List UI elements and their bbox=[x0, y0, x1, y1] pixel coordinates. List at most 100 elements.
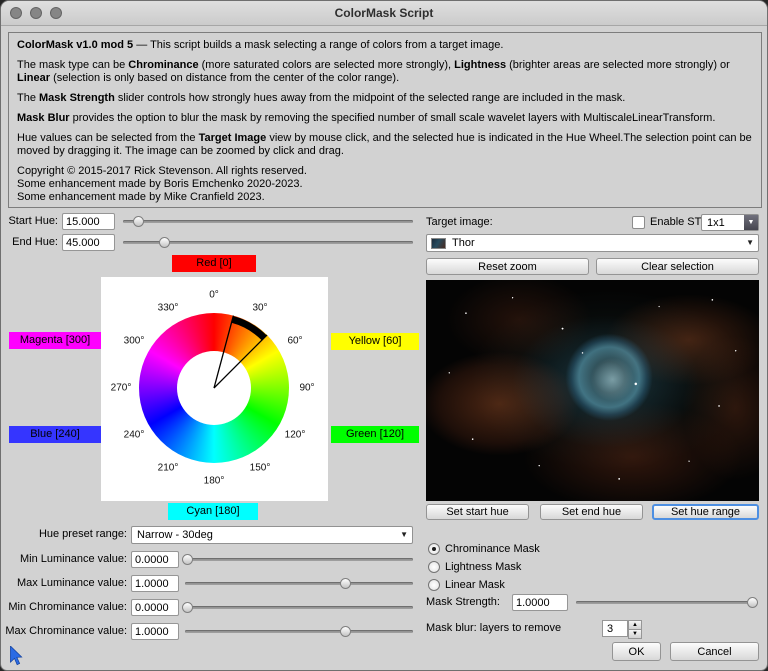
text-segment: Lightness bbox=[454, 59, 506, 71]
mask-blur-spinner[interactable]: ▲ ▼ bbox=[602, 620, 642, 637]
set-end-hue-button[interactable]: Set end hue bbox=[540, 504, 643, 520]
mask-strength-slider[interactable] bbox=[576, 594, 756, 611]
start-hue-label: Start Hue: bbox=[1, 213, 58, 230]
target-image-value: Thor bbox=[452, 235, 475, 251]
start-hue-input[interactable] bbox=[62, 213, 115, 230]
slider-thumb[interactable] bbox=[340, 626, 351, 637]
hue-wheel[interactable]: 0° 30° 60° 90° 120° 150° 180° 210° 240° … bbox=[101, 277, 328, 501]
slider-track bbox=[185, 606, 413, 609]
spinner-buttons: ▲ ▼ bbox=[628, 620, 642, 637]
mask-strength-input[interactable] bbox=[512, 594, 568, 611]
radio-label: Chrominance Mask bbox=[445, 543, 540, 555]
text-segment: (brighter areas are selected more strong… bbox=[506, 59, 730, 71]
slider-thumb[interactable] bbox=[340, 578, 351, 589]
hue-preset-select[interactable]: Narrow - 30deg ▼ bbox=[131, 526, 413, 544]
radio-chrominance-mask[interactable]: Chrominance Mask bbox=[428, 542, 540, 556]
min-chrominance-slider[interactable] bbox=[185, 599, 413, 616]
description-paragraph: The mask type can be Chrominance (more s… bbox=[17, 59, 753, 85]
end-hue-input[interactable] bbox=[62, 234, 115, 251]
text-segment: Hue values can be selected from the bbox=[17, 132, 199, 144]
spin-up-icon[interactable]: ▲ bbox=[628, 620, 642, 630]
mask-blur-label: Mask blur: layers to remove bbox=[426, 620, 561, 637]
mask-blur-input[interactable] bbox=[602, 620, 628, 637]
set-start-hue-button[interactable]: Set start hue bbox=[426, 504, 529, 520]
enable-stf-checkbox[interactable] bbox=[632, 216, 645, 229]
clear-selection-button[interactable]: Clear selection bbox=[596, 258, 759, 275]
enable-stf-label: Enable STF bbox=[650, 214, 708, 231]
copyright-line: Some enhancement made by Boris Emchenko … bbox=[17, 178, 753, 191]
max-luminance-slider[interactable] bbox=[185, 575, 413, 592]
stf-grid-value: 1x1 bbox=[707, 215, 725, 231]
max-chrominance-slider[interactable] bbox=[185, 623, 413, 640]
slider-thumb[interactable] bbox=[159, 237, 170, 248]
mouse-cursor bbox=[9, 646, 23, 666]
target-image-select[interactable]: Thor ▼ bbox=[426, 234, 759, 252]
hue-label-red: Red [0] bbox=[172, 255, 256, 272]
target-image-label: Target image: bbox=[426, 214, 493, 231]
text-segment: (more saturated colors are selected more… bbox=[199, 59, 455, 71]
slider-track bbox=[185, 582, 413, 585]
slider-track bbox=[185, 558, 413, 561]
chevron-down-icon: ▼ bbox=[400, 527, 408, 543]
wheel-tick: 30° bbox=[252, 303, 267, 314]
description-paragraph: The Mask Strength slider controls how st… bbox=[17, 92, 753, 105]
radio-lightness-mask[interactable]: Lightness Mask bbox=[428, 560, 521, 574]
wheel-tick: 120° bbox=[285, 430, 306, 441]
end-hue-slider[interactable] bbox=[123, 234, 413, 251]
text-segment: — This script builds a mask selecting a … bbox=[133, 39, 503, 51]
wheel-tick: 210° bbox=[158, 463, 179, 474]
text-segment: Linear bbox=[17, 72, 50, 84]
hue-label-yellow: Yellow [60] bbox=[331, 333, 419, 350]
max-luminance-label: Max Luminance value: bbox=[1, 575, 127, 592]
mask-strength-label: Mask Strength: bbox=[426, 594, 500, 611]
hue-preset-value: Narrow - 30deg bbox=[137, 527, 213, 543]
min-luminance-label: Min Luminance value: bbox=[1, 551, 127, 568]
radio-linear-mask[interactable]: Linear Mask bbox=[428, 578, 505, 592]
description-paragraph: ColorMask v1.0 mod 5 — This script build… bbox=[17, 39, 753, 52]
set-hue-range-button[interactable]: Set hue range bbox=[652, 504, 759, 520]
max-chrominance-input[interactable] bbox=[131, 623, 179, 640]
start-hue-slider[interactable] bbox=[123, 213, 413, 230]
min-chrominance-input[interactable] bbox=[131, 599, 179, 616]
text-segment: Chrominance bbox=[128, 59, 198, 71]
slider-track bbox=[185, 630, 413, 633]
text-segment: ColorMask v1.0 mod 5 bbox=[17, 39, 133, 51]
ok-button[interactable]: OK bbox=[612, 642, 661, 661]
end-hue-label: End Hue: bbox=[1, 234, 58, 251]
text-segment: (selection is only based on distance fro… bbox=[50, 72, 399, 84]
chevron-down-icon[interactable]: ▼ bbox=[744, 215, 758, 230]
radio-label: Lightness Mask bbox=[445, 561, 521, 573]
text-segment: slider controls how strongly hues away f… bbox=[115, 92, 626, 104]
stf-grid-select[interactable]: 1x1 ▼ bbox=[701, 214, 759, 231]
chevron-down-icon: ▼ bbox=[746, 235, 754, 251]
spin-down-icon[interactable]: ▼ bbox=[628, 630, 642, 639]
titlebar: ColorMask Script bbox=[1, 1, 767, 26]
slider-thumb[interactable] bbox=[747, 597, 758, 608]
wheel-tick: 60° bbox=[287, 336, 302, 347]
hue-label-cyan: Cyan [180] bbox=[168, 503, 258, 520]
hue-selection-wedge bbox=[101, 277, 328, 501]
max-luminance-input[interactable] bbox=[131, 575, 179, 592]
min-luminance-slider[interactable] bbox=[185, 551, 413, 568]
text-segment: Mask Blur bbox=[17, 112, 70, 124]
copyright-line: Copyright © 2015-2017 Rick Stevenson. Al… bbox=[17, 165, 753, 178]
hue-label-magenta: Magenta [300] bbox=[9, 332, 101, 349]
text-segment: The bbox=[17, 92, 39, 104]
target-image-preview[interactable] bbox=[426, 280, 759, 501]
window-title: ColorMask Script bbox=[1, 1, 767, 26]
radio-label: Linear Mask bbox=[445, 579, 505, 591]
hue-label-blue: Blue [240] bbox=[9, 426, 101, 443]
description-paragraph: Mask Blur provides the option to blur th… bbox=[17, 112, 753, 125]
slider-thumb[interactable] bbox=[133, 216, 144, 227]
text-segment: Target Image bbox=[199, 132, 267, 144]
min-luminance-input[interactable] bbox=[131, 551, 179, 568]
cancel-button[interactable]: Cancel bbox=[670, 642, 759, 661]
wheel-tick: 270° bbox=[111, 383, 132, 394]
slider-thumb[interactable] bbox=[182, 602, 193, 613]
reset-zoom-button[interactable]: Reset zoom bbox=[426, 258, 589, 275]
hue-label-green: Green [120] bbox=[331, 426, 419, 443]
radio-selected-icon bbox=[428, 543, 440, 555]
description-paragraph: Hue values can be selected from the Targ… bbox=[17, 132, 753, 158]
wheel-tick: 240° bbox=[124, 430, 145, 441]
slider-thumb[interactable] bbox=[182, 554, 193, 565]
